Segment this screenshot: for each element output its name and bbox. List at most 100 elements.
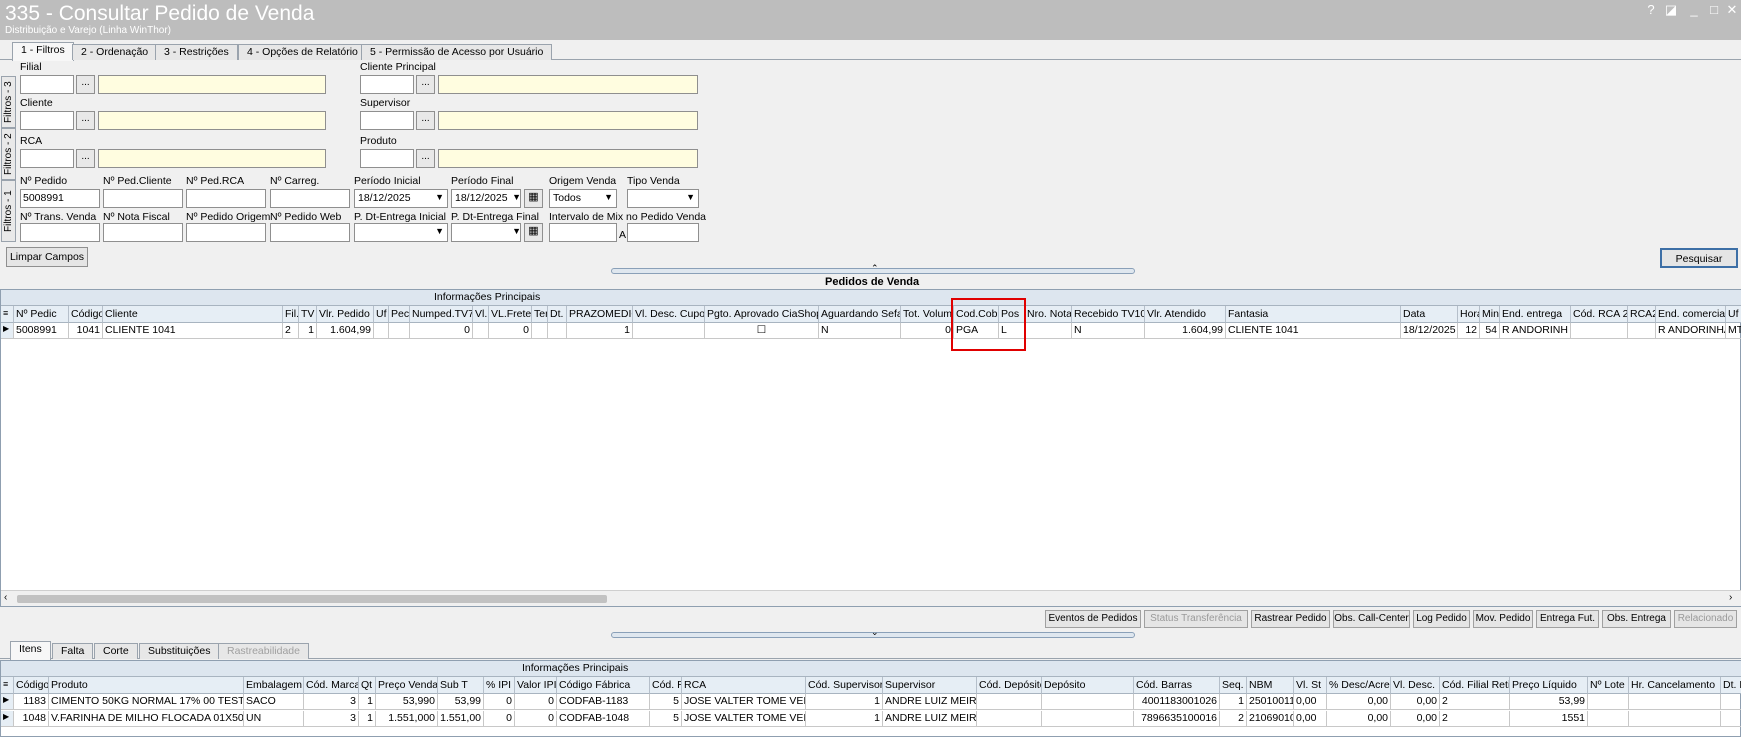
scrollbar-thumb[interactable] [17,595,607,603]
nro-pedido-origem-input[interactable] [186,223,266,242]
log-pedido-button[interactable]: Log Pedido [1413,610,1470,628]
itens-column-header[interactable]: Dt. Lanc [1721,677,1741,694]
obs-call-center-button[interactable]: Obs. Call-Center [1333,610,1410,628]
help-icon[interactable]: ? [1643,2,1659,17]
tab-permissao[interactable]: 5 - Permissão de Acesso por Usuário [361,44,553,60]
rca-search-button[interactable]: ... [76,149,95,168]
pedidos-column-header[interactable]: Min. [1480,306,1500,323]
cliente-principal-search-button[interactable]: ... [416,75,435,94]
pedidos-column-header[interactable]: Nº Pedic [14,306,69,323]
pedidos-column-header[interactable]: End. comercial [1656,306,1726,323]
pedidos-column-header[interactable]: Vlr. Pedido [317,306,374,323]
nro-ped-rca-input[interactable] [186,189,266,208]
itens-column-header[interactable]: Cód. Supervisor [806,677,883,694]
nro-trans-venda-input[interactable] [20,223,100,242]
pedidos-column-header[interactable]: Pec [389,306,410,323]
itens-column-header[interactable]: Valor IPI [515,677,557,694]
itens-column-header[interactable]: Cód. RCA [650,677,682,694]
itens-column-header[interactable]: Preço Venda [376,677,438,694]
pedidos-column-header[interactable]: VL.Frete [489,306,532,323]
side-tab-filtros-1[interactable]: Filtros - 1 [1,180,16,242]
tab-restricoes[interactable]: 3 - Restrições [155,44,238,60]
tab-substituicoes[interactable]: Substituições [139,643,220,659]
calendar-icon[interactable]: ▦ [524,189,543,208]
periodo-final-picker[interactable]: 18/12/2025 ▼ [451,189,521,208]
side-tab-filtros-2[interactable]: Filtros - 2 [1,128,16,180]
entrega-fut-button[interactable]: Entrega Fut. [1536,610,1599,628]
produto-code-input[interactable] [360,149,414,168]
maximize-icon[interactable]: □ [1706,2,1722,17]
itens-column-header[interactable]: Vl. Desc. [1391,677,1440,694]
pesquisar-button[interactable]: Pesquisar [1660,248,1738,268]
cliente-code-input[interactable] [20,111,74,130]
itens-column-header[interactable]: % Desc/Acresc [1327,677,1391,694]
tab-itens[interactable]: Itens [10,641,51,660]
itens-column-header[interactable]: Sub T [438,677,484,694]
cliente-search-button[interactable]: ... [76,111,95,130]
origem-venda-select[interactable]: Todos ▼ [549,189,617,208]
side-tab-filtros-3[interactable]: Filtros - 3 [1,76,16,128]
pedidos-column-header[interactable]: TV [299,306,317,323]
restore-icon[interactable]: ◪ [1663,2,1679,18]
pedidos-indicator-header[interactable]: ≡ [1,306,14,323]
itens-column-header[interactable]: Produto [49,677,244,694]
itens-column-header[interactable]: Vl. St [1294,677,1327,694]
close-icon[interactable]: ✕ [1724,2,1740,18]
status-transferencia-button[interactable]: Status Transferência [1144,610,1248,628]
supervisor-code-input[interactable] [360,111,414,130]
pedidos-column-header[interactable]: Fantasia [1226,306,1401,323]
tipo-venda-select[interactable]: ▼ [627,189,699,208]
itens-column-header[interactable]: Cód. Depósito [977,677,1042,694]
produto-search-button[interactable]: ... [416,149,435,168]
filial-search-button[interactable]: ... [76,75,95,94]
pedidos-column-header[interactable]: Fil. [283,306,299,323]
tab-rastreabilidade[interactable]: Rastreabilidade [218,643,309,659]
itens-column-header[interactable]: % IPI [484,677,515,694]
tab-ordenacao[interactable]: 2 - Ordenação [72,44,158,60]
scroll-right-icon[interactable]: › [1729,592,1732,603]
itens-column-header[interactable]: Seq. [1220,677,1247,694]
calendar-icon[interactable]: ▦ [524,223,543,242]
tab-corte[interactable]: Corte [94,643,138,659]
limpar-campos-button[interactable]: Limpar Campos [6,247,88,267]
itens-column-header[interactable]: Cód. Filial Retira [1440,677,1510,694]
rastrear-pedido-button[interactable]: Rastrear Pedido [1251,610,1330,628]
itens-column-header[interactable]: Qt [359,677,376,694]
relacionado-button[interactable]: Relacionado [1674,610,1737,628]
itens-column-header[interactable]: Código [14,677,49,694]
pedidos-column-header[interactable]: PRAZOMEDIO [567,306,633,323]
scroll-left-icon[interactable]: ‹ [4,592,7,603]
pedidos-column-header[interactable]: Recebido TV10 [1072,306,1145,323]
obs-entrega-button[interactable]: Obs. Entrega [1602,610,1671,628]
pedidos-column-header[interactable]: Vl. Desc. Cupom [633,306,705,323]
pedidos-column-header[interactable]: Tot. Volume [901,306,954,323]
itens-column-header[interactable]: Cód. Marca [304,677,359,694]
itens-column-header[interactable]: Hr. Cancelamento [1629,677,1721,694]
itens-column-header[interactable]: NBM [1247,677,1294,694]
pedidos-column-header[interactable]: Uf [1726,306,1741,323]
itens-column-header[interactable]: Depósito [1042,677,1134,694]
horizontal-scrollbar[interactable]: ‹ › [1,590,1741,606]
pedidos-column-header[interactable]: Vlr. Atendido [1145,306,1226,323]
nro-ped-cliente-input[interactable] [103,189,183,208]
dt-entrega-inicial-picker[interactable]: ▼ [354,223,448,242]
itens-column-header[interactable]: Preço Líquido [1510,677,1588,694]
tab-filtros[interactable]: 1 - Filtros [12,42,74,61]
itens-column-header[interactable]: RCA [682,677,806,694]
eventos-pedidos-button[interactable]: Eventos de Pedidos [1045,610,1141,628]
dt-entrega-final-picker[interactable]: ▼ [451,223,521,242]
pedidos-column-header[interactable]: Aguardando Sefaz [819,306,901,323]
nro-pedido-input[interactable]: 5008991 [20,189,100,208]
itens-column-header[interactable]: Supervisor [883,677,977,694]
pedidos-column-header[interactable]: Nro. Nota [1025,306,1072,323]
pedidos-column-header[interactable]: End. entrega [1500,306,1571,323]
tab-falta[interactable]: Falta [52,643,94,659]
pedidos-column-header[interactable]: Dt. [548,306,567,323]
pedidos-column-header[interactable]: Numped.TV7 [410,306,473,323]
itens-column-header[interactable]: Código Fábrica [557,677,650,694]
itens-indicator-header[interactable]: ≡ [1,677,14,694]
itens-column-header[interactable]: Cód. Barras [1134,677,1220,694]
minimize-icon[interactable]: _ [1686,2,1702,17]
intervalo-mix-ate-input[interactable] [627,223,699,242]
pedidos-column-header[interactable]: Vl.I [473,306,489,323]
